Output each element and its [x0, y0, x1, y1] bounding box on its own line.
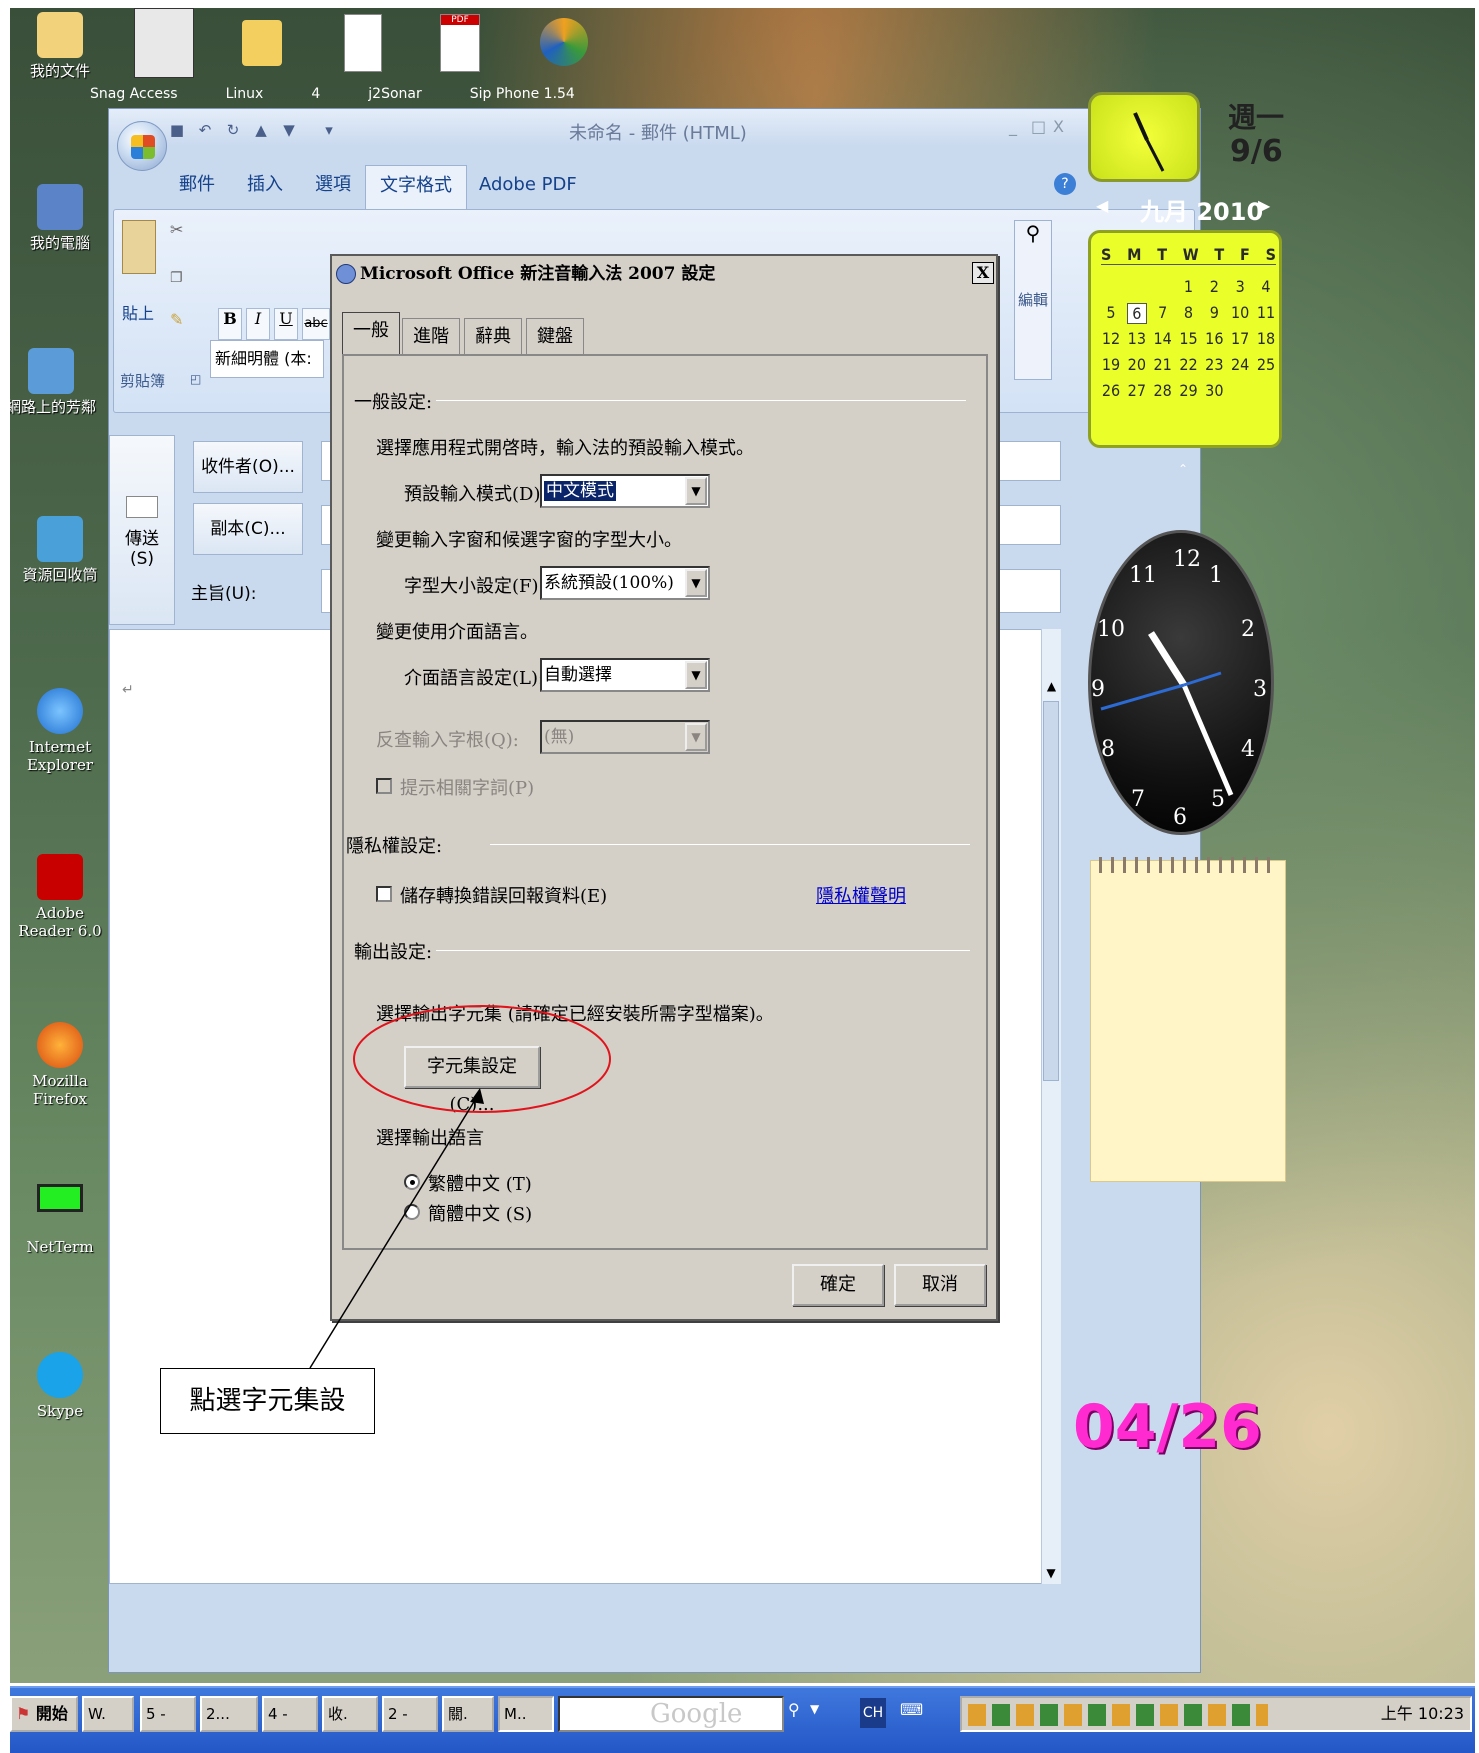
- keyboard-icon[interactable]: ⌨: [900, 1700, 923, 1719]
- taskbar: ⚑ 開始 W. 5 - 2... 4 - 收. 2 - 關. M.. Googl…: [10, 1686, 1475, 1753]
- calendar-gadget: 週一 9/6 ◀ 九月 2010 ▶ S M T W T F S 1234567…: [1082, 84, 1292, 484]
- calendar-day[interactable]: 27: [1127, 381, 1147, 400]
- clock-face: 12 1 2 3 4 5 6 7 8 9 10 11: [1088, 530, 1274, 835]
- calendar-day[interactable]: 25: [1256, 355, 1276, 374]
- calendar-day[interactable]: 10: [1230, 303, 1250, 324]
- prev-month-icon[interactable]: ◀: [1096, 196, 1108, 215]
- next-month-icon[interactable]: ▶: [1258, 196, 1270, 215]
- calendar-day[interactable]: 20: [1127, 355, 1147, 374]
- date: 9/6: [1230, 134, 1283, 169]
- taskbar-button[interactable]: 4 -: [262, 1696, 318, 1732]
- calendar-day[interactable]: 4: [1256, 277, 1276, 296]
- search-icon[interactable]: ⚲: [788, 1700, 800, 1719]
- calendar-day: [1127, 277, 1147, 296]
- ime-indicator[interactable]: CH: [860, 1698, 886, 1728]
- calendar-week-row: 5 6 7 8 9 10 11: [1101, 303, 1276, 324]
- calendar-day[interactable]: 14: [1153, 329, 1173, 348]
- arrow-line: [309, 1091, 481, 1369]
- analog-clock-gadget[interactable]: 12 1 2 3 4 5 6 7 8 9 10 11: [1088, 530, 1278, 840]
- calendar-day[interactable]: 11: [1256, 303, 1276, 324]
- calendar-day[interactable]: 8: [1178, 303, 1198, 324]
- calendar-day[interactable]: 18: [1256, 329, 1276, 348]
- taskbar-button[interactable]: 關.: [442, 1696, 494, 1732]
- calendar-week-row: 12 13 14 15 16 17 18: [1101, 329, 1276, 348]
- taskbar-button-active[interactable]: M..: [498, 1696, 554, 1732]
- calendar-day-today[interactable]: 6: [1126, 303, 1147, 324]
- calendar-day[interactable]: 29: [1178, 381, 1198, 400]
- calendar-day[interactable]: 3: [1230, 277, 1250, 296]
- calendar-day[interactable]: 28: [1153, 381, 1173, 400]
- calendar-day: [1153, 277, 1173, 296]
- calendar-day[interactable]: 1: [1178, 277, 1198, 296]
- collapse-icon[interactable]: ⌃: [1178, 462, 1188, 476]
- day-header: T: [1214, 245, 1225, 264]
- calendar-day[interactable]: 24: [1230, 355, 1250, 374]
- calendar-day[interactable]: 22: [1178, 355, 1198, 374]
- clock-hands-icon: [1100, 631, 1234, 796]
- start-button[interactable]: ⚑ 開始: [10, 1696, 78, 1732]
- day-header: S: [1101, 245, 1112, 264]
- windows-logo-icon: ⚑: [16, 1704, 31, 1723]
- day-header: T: [1157, 245, 1168, 264]
- day-header: S: [1265, 245, 1276, 264]
- calendar-day: [1101, 277, 1121, 296]
- google-search-input[interactable]: Google: [558, 1696, 784, 1732]
- calendar-week-row: 26 27 28 29 30: [1101, 381, 1276, 400]
- calendar-day[interactable]: 5: [1101, 303, 1121, 324]
- calendar-day[interactable]: 23: [1204, 355, 1224, 374]
- day-header: M: [1127, 245, 1142, 264]
- calendar-day[interactable]: 12: [1101, 329, 1121, 348]
- calendar-day: [1256, 381, 1276, 400]
- taskbar-button[interactable]: W.: [82, 1696, 134, 1732]
- arrow-head: [470, 1088, 484, 1104]
- calendar-week-row: 19 20 21 22 23 24 25: [1101, 355, 1276, 374]
- spiral-binding: [1099, 857, 1279, 873]
- taskbar-button[interactable]: 5 -: [140, 1696, 196, 1732]
- taskbar-button[interactable]: 2...: [200, 1696, 258, 1732]
- day-header: W: [1182, 245, 1199, 264]
- calendar-day[interactable]: 13: [1127, 329, 1147, 348]
- calendar-day[interactable]: 30: [1204, 381, 1224, 400]
- calendar-day[interactable]: 9: [1204, 303, 1224, 324]
- start-label: 開始: [35, 1704, 68, 1723]
- tray-icons[interactable]: [968, 1704, 1268, 1726]
- calendar-day[interactable]: 2: [1204, 277, 1224, 296]
- clock-hands-icon: [1133, 112, 1165, 172]
- calendar-day[interactable]: 19: [1101, 355, 1121, 374]
- notes-gadget[interactable]: [1090, 857, 1286, 1182]
- month-title: 九月 2010: [1140, 198, 1264, 226]
- calendar-day[interactable]: 26: [1101, 381, 1121, 400]
- calendar-day[interactable]: 7: [1153, 303, 1173, 324]
- calendar-month-grid: S M T W T F S 1 2 3 4 5 6 7 8 9 10 11 12 13 14 15 16 17 1…: [1088, 230, 1282, 448]
- date-overlay: 04/26: [1073, 1392, 1262, 1462]
- day-header: F: [1240, 245, 1250, 264]
- calendar-week-row: 1234: [1101, 277, 1276, 296]
- calendar-day: [1230, 381, 1250, 400]
- calendar-day[interactable]: 16: [1204, 329, 1224, 348]
- annotation-callout: 點選字元集設: [160, 1368, 375, 1434]
- chevron-down-icon[interactable]: ▼: [810, 1702, 819, 1716]
- taskbar-button[interactable]: 收.: [322, 1696, 378, 1732]
- weekday: 週一: [1228, 101, 1285, 134]
- calendar-day[interactable]: 17: [1230, 329, 1250, 348]
- taskbar-clock[interactable]: 上午 10:23: [1381, 1698, 1464, 1730]
- system-tray: 上午 10:23: [960, 1696, 1472, 1732]
- calendar-day[interactable]: 15: [1178, 329, 1198, 348]
- calendar-day[interactable]: 21: [1153, 355, 1173, 374]
- taskbar-button[interactable]: 2 -: [382, 1696, 438, 1732]
- mini-clock-gadget[interactable]: [1088, 92, 1200, 182]
- week-header: S M T W T F S: [1101, 245, 1276, 265]
